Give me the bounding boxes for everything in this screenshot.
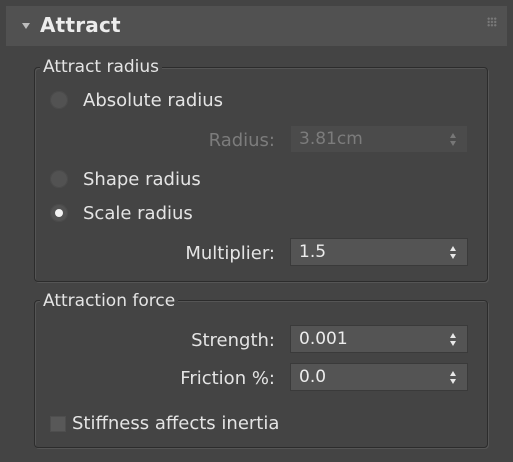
attract-rollout-panel: Attract Attract radius Absolute radius R… bbox=[0, 0, 513, 462]
scale-radius-label[interactable]: Scale radius bbox=[83, 203, 193, 225]
strength-value[interactable]: 0.001 bbox=[299, 329, 348, 349]
collapse-arrow-icon[interactable] bbox=[22, 23, 30, 29]
attract-radius-group-title: Attract radius bbox=[40, 57, 163, 77]
radius-spinner-arrows-icon[interactable] bbox=[450, 133, 458, 147]
absolute-radius-label[interactable]: Absolute radius bbox=[83, 90, 223, 112]
stiffness-affects-inertia-label[interactable]: Stiffness affects inertia bbox=[72, 413, 279, 435]
strength-spinner[interactable]: 0.001 bbox=[290, 325, 468, 353]
friction-label: Friction %: bbox=[180, 368, 275, 389]
strength-spinner-arrows-icon[interactable] bbox=[450, 333, 458, 347]
friction-spinner-arrows-icon[interactable] bbox=[450, 371, 458, 385]
radius-value[interactable]: 3.81cm bbox=[299, 129, 363, 149]
scale-radius-radio[interactable] bbox=[50, 204, 68, 222]
shape-radius-radio[interactable] bbox=[50, 170, 68, 188]
radius-label: Radius: bbox=[208, 130, 275, 151]
drag-grip-icon[interactable] bbox=[487, 17, 497, 27]
absolute-radius-radio[interactable] bbox=[50, 91, 68, 109]
attraction-force-group-title: Attraction force bbox=[40, 291, 179, 311]
multiplier-spinner[interactable]: 1.5 bbox=[290, 238, 468, 266]
rollout-title[interactable]: Attract bbox=[40, 13, 121, 37]
stiffness-affects-inertia-checkbox[interactable] bbox=[50, 416, 66, 432]
multiplier-spinner-arrows-icon[interactable] bbox=[450, 246, 458, 260]
multiplier-label: Multiplier: bbox=[185, 243, 275, 264]
friction-value[interactable]: 0.0 bbox=[299, 367, 326, 387]
radius-spinner[interactable]: 3.81cm bbox=[290, 125, 468, 153]
friction-spinner[interactable]: 0.0 bbox=[290, 363, 468, 391]
multiplier-value[interactable]: 1.5 bbox=[299, 242, 326, 262]
shape-radius-label[interactable]: Shape radius bbox=[83, 169, 201, 191]
strength-label: Strength: bbox=[191, 330, 275, 351]
